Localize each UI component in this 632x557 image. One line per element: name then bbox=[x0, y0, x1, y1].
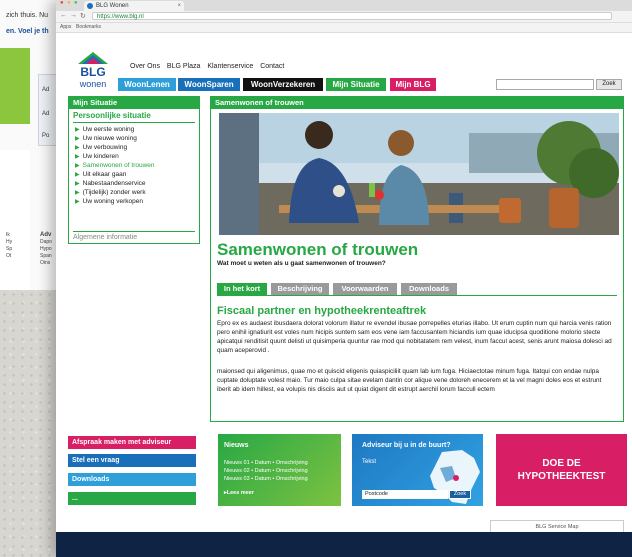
arrow-right-icon: ▶ bbox=[75, 127, 80, 133]
url-field[interactable]: https://www.blg.nl bbox=[92, 12, 612, 20]
address-bar-row: ← → ↻ https://www.blg.nl bbox=[56, 11, 632, 23]
sidebar-item-samenwonen[interactable]: ▶ Samenwonen of trouwen bbox=[69, 161, 199, 170]
topnav-over-ons[interactable]: Over Ons bbox=[130, 63, 160, 70]
footer bbox=[56, 532, 632, 557]
tab-voorwaarden[interactable]: Voorwaarden bbox=[333, 283, 397, 295]
arrow-right-icon: ▶ bbox=[75, 172, 80, 178]
news-item[interactable]: Nieuws 02 • Datum • Omschrijving bbox=[224, 468, 308, 474]
bookmark-apps[interactable]: Apps bbox=[60, 24, 71, 30]
sidebar-subheader[interactable]: Persoonlijke situatie bbox=[73, 111, 195, 123]
postcode-search-button[interactable]: Zoek bbox=[449, 490, 471, 499]
arrow-right-icon: ▶ bbox=[75, 163, 80, 169]
news-more-link[interactable]: ▸Lees meer bbox=[224, 490, 254, 496]
tab-bar: ● ● ● BLG Wonen × bbox=[56, 0, 632, 11]
arrow-right-icon: ▶ bbox=[75, 145, 80, 151]
downloads-button[interactable]: Downloads bbox=[68, 473, 196, 486]
sidebar-item-kinderen[interactable]: ▶ Uw kinderen bbox=[69, 152, 199, 161]
sidebar-item-verbouwing[interactable]: ▶ Uw verbouwing bbox=[69, 143, 199, 152]
main-content: Samenwonen of trouwen Samenwonen of trou… bbox=[210, 96, 624, 422]
content-header: Samenwonen of trouwen bbox=[211, 97, 623, 109]
background-text: Po bbox=[42, 133, 50, 139]
sidebar-item-nabestaanden[interactable]: ▶ Nabestaandenservice bbox=[69, 179, 199, 188]
browser-window: ● ● ● BLG Wonen × ← → ↻ https://www.blg.… bbox=[56, 0, 632, 557]
postcode-input[interactable]: Postcode bbox=[362, 490, 448, 499]
browser-tab[interactable]: BLG Wonen × bbox=[84, 1, 184, 11]
article-paragraph: maionsed qui aligenimus, quae mo et quis… bbox=[217, 368, 602, 393]
tab-title: BLG Wonen bbox=[96, 3, 129, 9]
news-item[interactable]: Nieuws 01 • Datum • Omschrijving bbox=[224, 460, 308, 466]
background-text: zich thuis. Nu bbox=[6, 12, 49, 19]
mainnav-woonsparen[interactable]: WoonSparen bbox=[178, 78, 240, 91]
mainnav-woonlenen[interactable]: WoonLenen bbox=[118, 78, 176, 91]
mainnav-woonverzekeren[interactable]: WoonVerzekeren bbox=[243, 78, 323, 91]
hero-photo bbox=[219, 113, 619, 235]
sidebar-item-zonder-werk[interactable]: ▶ (Tijdelijk) zonder werk bbox=[69, 188, 199, 197]
stel-vraag-button[interactable]: Stel een vraag bbox=[68, 454, 196, 467]
arrow-right-icon: ▶ bbox=[75, 136, 80, 142]
svg-text:BLG: BLG bbox=[80, 65, 105, 79]
news-block: Nieuws Nieuws 01 • Datum • Omschrijving … bbox=[218, 434, 341, 506]
sidebar-item-eerste-woning[interactable]: ▶ Uw eerste woning bbox=[69, 125, 199, 134]
sidebar: Mijn Situatie Persoonlijke situatie ▶ Uw … bbox=[68, 96, 200, 244]
hypotheektest-line: DOE DE bbox=[542, 458, 581, 469]
reload-icon[interactable]: ↻ bbox=[80, 12, 86, 20]
background-text: Ad bbox=[42, 87, 50, 93]
top-navigation: Over Ons BLG Plaza Klantenservice Contac… bbox=[130, 63, 289, 70]
adviseur-text: Tekst bbox=[362, 459, 377, 465]
search-button[interactable]: Zoek bbox=[596, 79, 622, 90]
background-text: en. Voel je th bbox=[6, 28, 49, 35]
page-title: Samenwonen of trouwen bbox=[217, 240, 419, 259]
sidebar-item-verkopen[interactable]: ▶ Uw woning verkopen bbox=[69, 197, 199, 206]
back-icon[interactable]: ← bbox=[60, 12, 67, 19]
forward-icon[interactable]: → bbox=[70, 12, 77, 19]
tab-in-het-kort[interactable]: In het kort bbox=[217, 283, 267, 295]
news-item[interactable]: Nieuws 03 • Datum • Omschrijving bbox=[224, 476, 308, 482]
tab-downloads[interactable]: Downloads bbox=[401, 283, 457, 295]
topnav-contact[interactable]: Contact bbox=[260, 63, 284, 70]
tab-divider bbox=[217, 295, 617, 296]
favicon-icon bbox=[87, 3, 93, 9]
background-green-bar bbox=[0, 48, 30, 124]
background-text: Ad bbox=[42, 111, 50, 117]
topnav-blg-plaza[interactable]: BLG Plaza bbox=[167, 63, 200, 70]
arrow-right-icon: ▶ bbox=[75, 199, 80, 205]
hypotheektest-block[interactable]: DOE DE HYPOTHEEKTEST bbox=[496, 434, 627, 506]
page-subtitle: Wat moet u weten als u gaat samenwonen o… bbox=[217, 260, 386, 267]
adviseur-title: Adviseur bij u in de buurt? bbox=[362, 442, 451, 449]
more-button[interactable]: ... bbox=[68, 492, 196, 505]
maximize-window-icon[interactable]: ● bbox=[74, 0, 78, 6]
topnav-klantenservice[interactable]: Klantenservice bbox=[207, 63, 253, 70]
close-window-icon[interactable]: ● bbox=[60, 0, 64, 6]
news-title: Nieuws bbox=[224, 442, 249, 449]
blg-wonen-logo[interactable]: BLG wonen bbox=[72, 50, 114, 90]
background-strip bbox=[0, 150, 30, 290]
arrow-right-icon: ▶ bbox=[75, 154, 80, 160]
afspraak-button[interactable]: Afspraak maken met adviseur bbox=[68, 436, 196, 449]
background-mini-list: Adv Dapo Hypo Span Oins bbox=[40, 232, 52, 266]
mainnav-mijn-situatie[interactable]: Mijn Situatie bbox=[326, 78, 386, 91]
tab-beschrijving[interactable]: Beschrijving bbox=[271, 283, 329, 295]
minimize-window-icon[interactable]: ● bbox=[67, 0, 71, 6]
sidebar-footer[interactable]: Algemene informatie bbox=[73, 231, 195, 241]
background-mini-list: Ik Hy Sp Ot bbox=[6, 232, 13, 259]
mainnav-mijn-blg[interactable]: Mijn BLG bbox=[390, 78, 436, 91]
search-input[interactable] bbox=[496, 79, 594, 90]
hypotheektest-line: HYPOTHEEKTEST bbox=[517, 471, 606, 482]
svg-text:wonen: wonen bbox=[79, 79, 107, 89]
sidebar-item-nieuwe-woning[interactable]: ▶ Uw nieuwe woning bbox=[69, 134, 199, 143]
article-title: Fiscaal partner en hypotheekrenteaftrek bbox=[217, 305, 427, 317]
bookmark-bookmarks[interactable]: Bookmarks bbox=[76, 24, 101, 30]
sidebar-header: Mijn Situatie bbox=[69, 97, 199, 109]
adviseur-block: Adviseur bij u in de buurt? Tekst Postco… bbox=[352, 434, 483, 506]
close-tab-icon[interactable]: × bbox=[177, 1, 181, 11]
arrow-right-icon: ▶ bbox=[75, 181, 80, 187]
arrow-right-icon: ▶ bbox=[75, 190, 80, 196]
bookmarks-bar: Apps Bookmarks bbox=[56, 23, 632, 33]
sidebar-item-uit-elkaar[interactable]: ▶ Uit elkaar gaan bbox=[69, 170, 199, 179]
article-paragraph: Epro ex es audaest ibusdaera dolorat vol… bbox=[217, 320, 612, 354]
